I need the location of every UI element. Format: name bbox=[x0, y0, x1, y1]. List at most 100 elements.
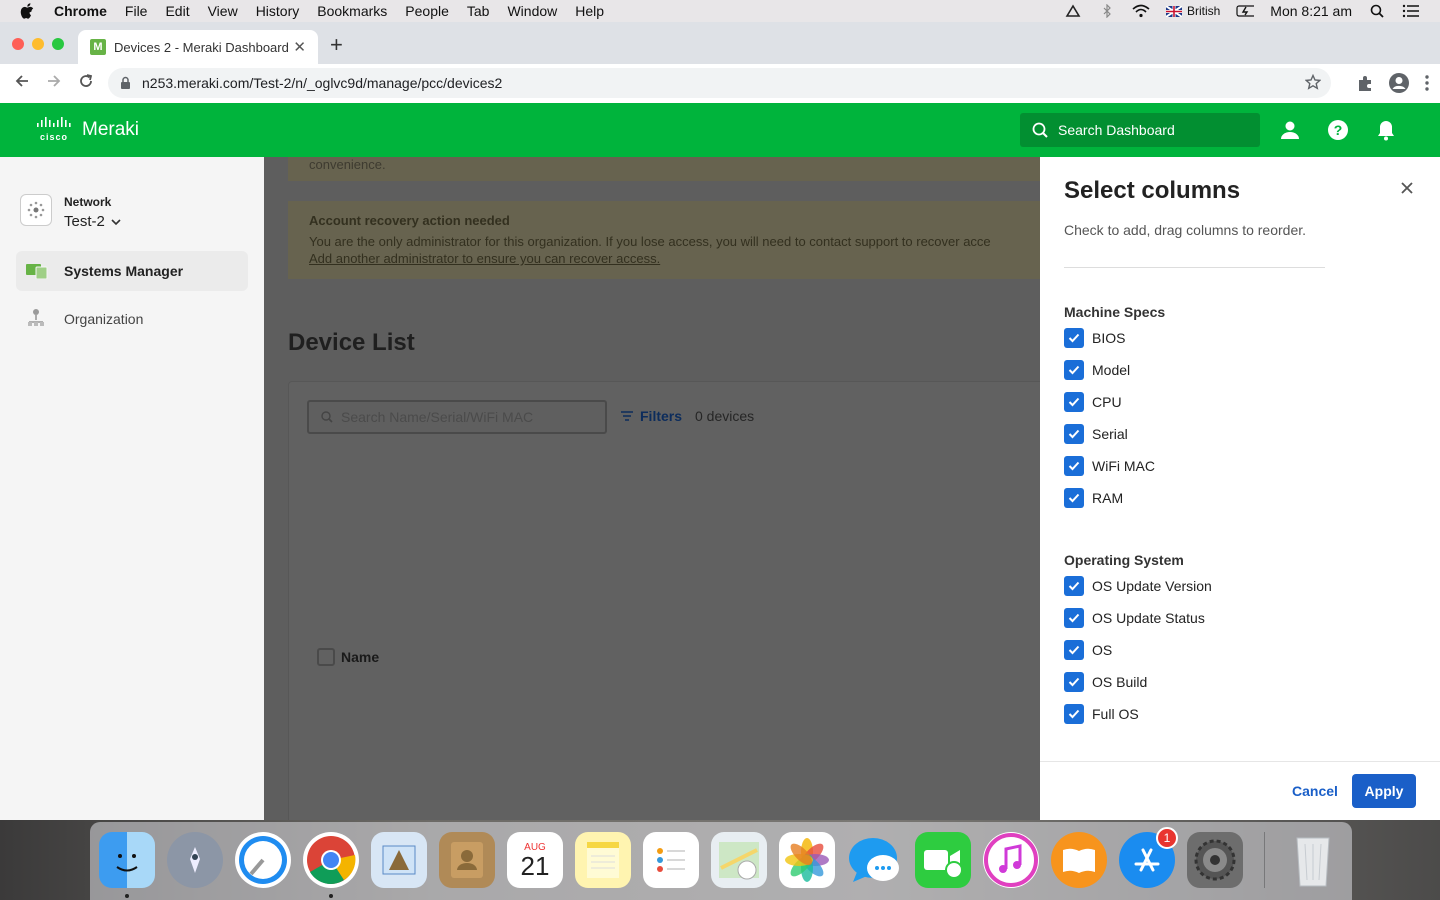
ibooks-icon[interactable] bbox=[1051, 832, 1107, 888]
contacts-icon[interactable] bbox=[439, 832, 495, 888]
column-option-model[interactable]: Model bbox=[1064, 360, 1130, 380]
column-option-wifi-mac[interactable]: WiFi MAC bbox=[1064, 456, 1155, 476]
select-all-checkbox[interactable] bbox=[317, 648, 335, 666]
column-option-bios[interactable]: BIOS bbox=[1064, 328, 1125, 348]
safari-icon[interactable] bbox=[235, 832, 291, 888]
finder-icon[interactable] bbox=[99, 832, 155, 888]
input-source[interactable]: British bbox=[1165, 4, 1220, 18]
menu-history[interactable]: History bbox=[256, 3, 300, 19]
notifications-bell-icon[interactable] bbox=[1374, 118, 1398, 142]
new-tab-button[interactable]: + bbox=[330, 34, 343, 56]
extensions-icon[interactable] bbox=[1356, 74, 1374, 95]
browser-tab-active[interactable]: M Devices 2 - Meraki Dashboard ✕ bbox=[78, 30, 318, 64]
close-icon[interactable] bbox=[1400, 181, 1416, 197]
reminders-icon[interactable] bbox=[643, 832, 699, 888]
search-dashboard-input[interactable]: Search Dashboard bbox=[1020, 113, 1260, 147]
reload-button[interactable] bbox=[70, 73, 102, 94]
checkbox-checked[interactable] bbox=[1064, 488, 1084, 508]
bookmark-star-icon[interactable] bbox=[1304, 73, 1322, 93]
menu-app-name[interactable]: Chrome bbox=[54, 3, 107, 19]
filters-label: Filters bbox=[640, 408, 683, 424]
checkbox-checked[interactable] bbox=[1064, 360, 1084, 380]
sidebar-item-label: Systems Manager bbox=[64, 263, 184, 279]
help-icon[interactable]: ? bbox=[1326, 118, 1350, 142]
mail-icon[interactable] bbox=[371, 832, 427, 888]
facetime-icon[interactable] bbox=[915, 832, 971, 888]
column-option-os[interactable]: OS bbox=[1064, 640, 1112, 660]
profile-avatar-icon[interactable] bbox=[1388, 72, 1410, 97]
checkbox-checked[interactable] bbox=[1064, 424, 1084, 444]
notes-icon[interactable] bbox=[575, 832, 631, 888]
clock[interactable]: Mon 8:21 am bbox=[1270, 3, 1352, 19]
search-icon bbox=[1032, 122, 1048, 138]
menu-file[interactable]: File bbox=[125, 3, 148, 19]
vpn-icon[interactable] bbox=[1064, 3, 1082, 19]
column-option-serial[interactable]: Serial bbox=[1064, 424, 1128, 444]
user-icon[interactable] bbox=[1278, 118, 1302, 142]
wifi-icon[interactable] bbox=[1132, 3, 1150, 19]
menu-bookmarks[interactable]: Bookmarks bbox=[317, 3, 387, 19]
bluetooth-icon[interactable] bbox=[1098, 3, 1116, 19]
checkbox-checked[interactable] bbox=[1064, 576, 1084, 596]
apply-button[interactable]: Apply bbox=[1352, 774, 1416, 808]
battery-icon[interactable] bbox=[1236, 3, 1255, 19]
checkbox-checked[interactable] bbox=[1064, 640, 1084, 660]
network-selector[interactable]: Test-2 bbox=[64, 213, 121, 230]
messages-icon[interactable] bbox=[847, 832, 903, 888]
add-administrator-link[interactable]: Add another administrator to ensure you … bbox=[309, 251, 1040, 266]
close-window-button[interactable] bbox=[12, 38, 24, 50]
url-text: n253.meraki.com/Test-2/n/_oglvc9d/manage… bbox=[142, 75, 503, 91]
chrome-menu-icon[interactable] bbox=[1424, 74, 1430, 95]
chevron-down-icon bbox=[111, 218, 121, 225]
address-bar[interactable]: n253.meraki.com/Test-2/n/_oglvc9d/manage… bbox=[108, 68, 1331, 98]
filters-button[interactable]: Filters bbox=[620, 408, 682, 424]
column-option-full-os[interactable]: Full OS bbox=[1064, 704, 1139, 724]
system-preferences-icon[interactable] bbox=[1187, 832, 1243, 888]
calendar-icon[interactable]: AUG 21 bbox=[507, 832, 563, 888]
sidebar-item-organization[interactable]: Organization bbox=[16, 299, 248, 339]
lock-icon[interactable] bbox=[120, 76, 132, 90]
notification-center-icon[interactable] bbox=[1402, 3, 1420, 19]
option-label: Model bbox=[1092, 362, 1131, 378]
menu-view[interactable]: View bbox=[208, 3, 238, 19]
menu-help[interactable]: Help bbox=[575, 3, 604, 19]
device-list-card: Search Name/Serial/WiFi MAC Filters 0 de… bbox=[288, 381, 1040, 820]
checkbox-checked[interactable] bbox=[1064, 704, 1084, 724]
calendar-day: 21 bbox=[520, 850, 550, 881]
column-option-cpu[interactable]: CPU bbox=[1064, 392, 1122, 412]
back-button[interactable] bbox=[6, 73, 38, 94]
meraki-logo[interactable]: cisco Meraki bbox=[36, 117, 139, 142]
network-icon[interactable] bbox=[20, 194, 52, 226]
forward-button[interactable] bbox=[38, 73, 70, 94]
chrome-icon[interactable] bbox=[303, 832, 359, 888]
minimize-window-button[interactable] bbox=[32, 38, 44, 50]
spotlight-icon[interactable] bbox=[1368, 3, 1386, 19]
cancel-button[interactable]: Cancel bbox=[1292, 783, 1338, 799]
menu-window[interactable]: Window bbox=[507, 3, 557, 19]
menu-tab[interactable]: Tab bbox=[467, 3, 490, 19]
zoom-window-button[interactable] bbox=[52, 38, 64, 50]
maps-icon[interactable] bbox=[711, 832, 767, 888]
menu-edit[interactable]: Edit bbox=[165, 3, 189, 19]
photos-icon[interactable] bbox=[779, 832, 835, 888]
sidebar-item-systems-manager[interactable]: Systems Manager bbox=[16, 251, 248, 291]
launchpad-icon[interactable] bbox=[167, 832, 223, 888]
checkbox-checked[interactable] bbox=[1064, 608, 1084, 628]
trash-icon[interactable] bbox=[1285, 832, 1341, 888]
checkbox-checked[interactable] bbox=[1064, 392, 1084, 412]
name-column-label[interactable]: Name bbox=[341, 649, 379, 665]
menu-people[interactable]: People bbox=[405, 3, 449, 19]
column-option-os-update-status[interactable]: OS Update Status bbox=[1064, 608, 1205, 628]
checkbox-checked[interactable] bbox=[1064, 328, 1084, 348]
apple-icon[interactable] bbox=[20, 2, 36, 20]
search-dashboard-placeholder: Search Dashboard bbox=[1058, 122, 1175, 138]
checkbox-checked[interactable] bbox=[1064, 456, 1084, 476]
checkbox-checked[interactable] bbox=[1064, 672, 1084, 692]
column-option-os-build[interactable]: OS Build bbox=[1064, 672, 1147, 692]
close-tab-icon[interactable]: ✕ bbox=[293, 38, 306, 56]
itunes-icon[interactable] bbox=[983, 832, 1039, 888]
column-option-os-update-version[interactable]: OS Update Version bbox=[1064, 576, 1212, 596]
column-option-ram[interactable]: RAM bbox=[1064, 488, 1123, 508]
option-label: OS bbox=[1092, 642, 1113, 658]
device-search-input[interactable]: Search Name/Serial/WiFi MAC bbox=[307, 400, 607, 434]
